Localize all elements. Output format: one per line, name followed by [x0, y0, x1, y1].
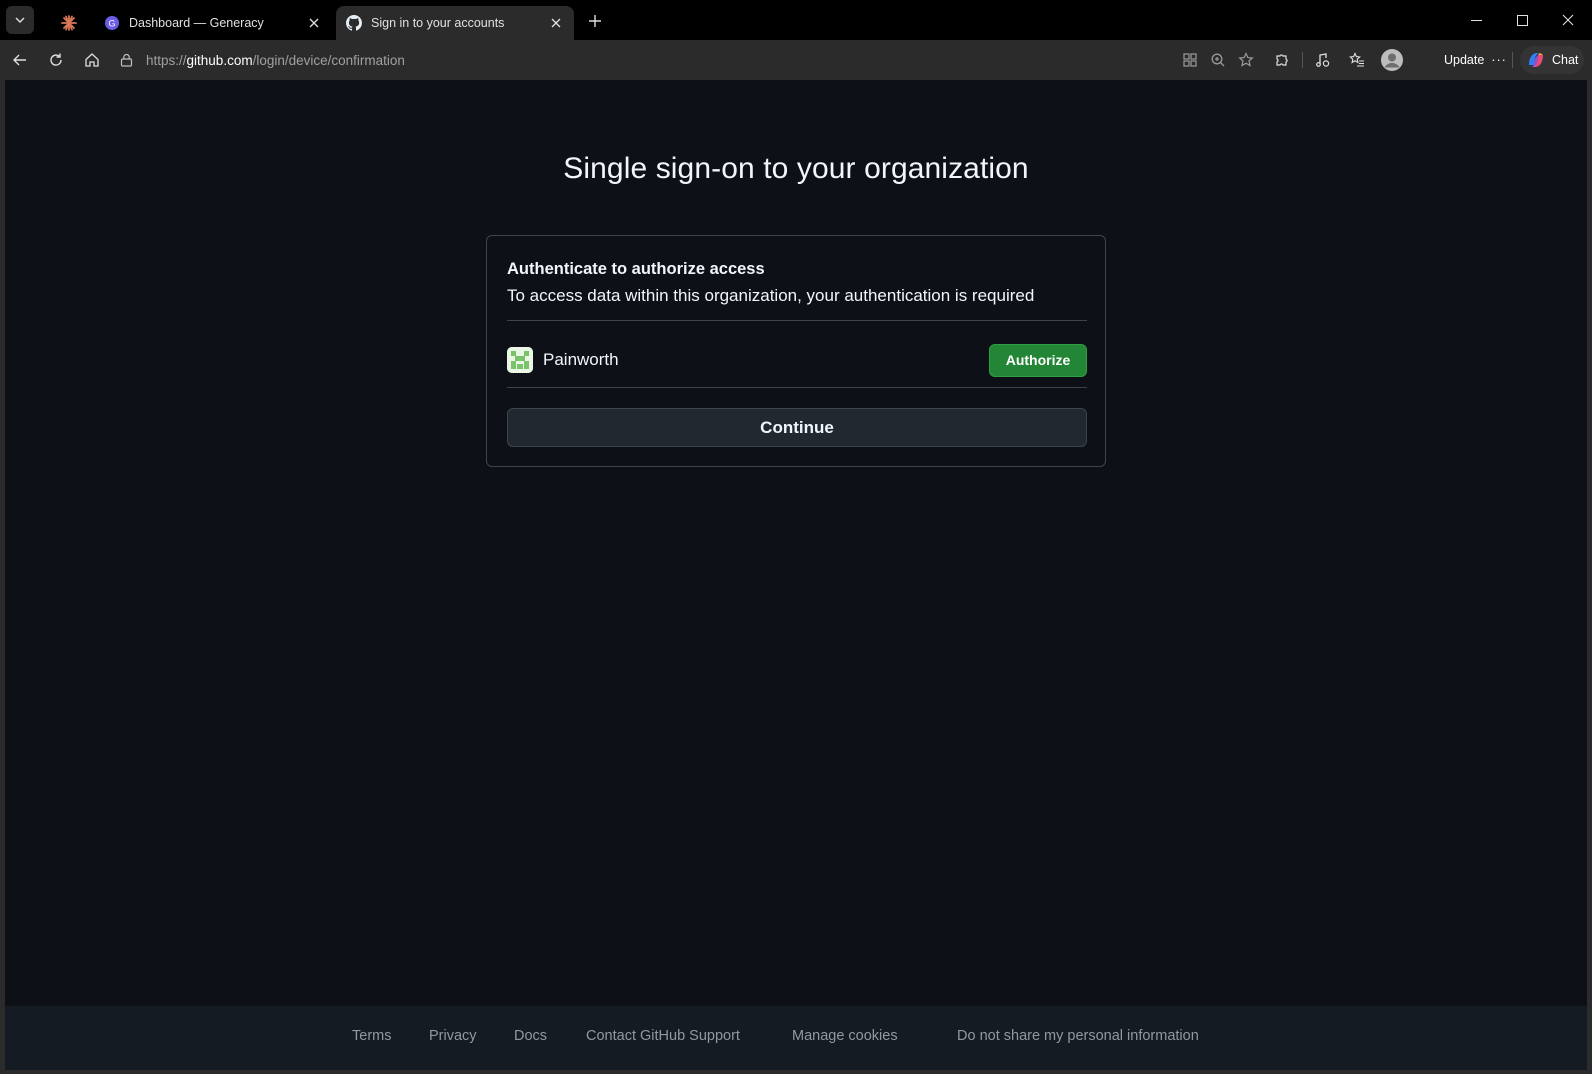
arrow-left-icon	[13, 54, 26, 66]
continue-button[interactable]: Continue	[507, 408, 1087, 447]
window-border	[1587, 80, 1592, 1074]
profile-button[interactable]	[1378, 46, 1406, 74]
footer-link-privacy[interactable]: Privacy	[429, 1028, 477, 1044]
minimize-icon	[1470, 19, 1482, 21]
org-name: Painworth	[543, 350, 619, 369]
footer-link-contact-support[interactable]: Contact GitHub Support	[586, 1028, 740, 1044]
zoom-button[interactable]	[1204, 46, 1232, 74]
star-icon	[1238, 52, 1254, 67]
tab-strip: G Dashboard — Generacy Sign in to your a…	[0, 0, 1592, 40]
window-border	[0, 1070, 1592, 1074]
tab-list-button[interactable]	[6, 6, 34, 34]
refresh-button[interactable]	[42, 46, 70, 74]
divider	[507, 387, 1087, 388]
plus-icon	[589, 15, 601, 27]
maximize-window-button[interactable]	[1499, 0, 1545, 40]
tab-sign-in-accounts[interactable]: Sign in to your accounts	[336, 6, 574, 40]
maximize-icon	[1516, 14, 1528, 26]
tab-title: Dashboard — Generacy	[129, 16, 264, 30]
copilot-icon	[1529, 53, 1543, 67]
close-icon	[1562, 14, 1574, 26]
window-border	[0, 80, 5, 1074]
zoom-icon	[1211, 53, 1225, 67]
page-footer: Terms Privacy Docs Contact GitHub Suppor…	[5, 1006, 1587, 1070]
authorize-button[interactable]: Authorize	[989, 343, 1087, 377]
footer-link-terms[interactable]: Terms	[352, 1028, 391, 1044]
puzzle-icon	[1276, 54, 1288, 66]
new-tab-button[interactable]	[582, 8, 608, 34]
back-button[interactable]	[6, 46, 34, 74]
extensions-button[interactable]	[1268, 46, 1296, 74]
page-content: Single sign-on to your organization Auth…	[5, 80, 1587, 1070]
copilot-chat-button[interactable]: Chat	[1520, 46, 1585, 74]
avatar-icon	[1381, 49, 1403, 71]
favorites-button[interactable]	[1343, 46, 1371, 74]
home-button[interactable]	[78, 46, 106, 74]
url-text: https://github.com/login/device/confirma…	[146, 52, 405, 68]
card-description: To access data within this organization,…	[507, 286, 1035, 305]
chat-label: Chat	[1552, 53, 1579, 67]
app-available-button[interactable]	[1176, 46, 1204, 74]
add-favorite-button[interactable]	[1232, 46, 1260, 74]
browser-toolbar: https://github.com/login/device/confirma…	[0, 40, 1592, 80]
media-button[interactable]	[1308, 46, 1336, 74]
generacy-logo-icon: G	[105, 16, 119, 30]
home-icon	[85, 53, 99, 67]
footer-link-manage-cookies[interactable]: Manage cookies	[792, 1028, 898, 1044]
music-note-icon	[1316, 53, 1330, 67]
update-label: Update	[1444, 53, 1485, 67]
footer-link-docs[interactable]: Docs	[514, 1028, 547, 1044]
close-tab-icon[interactable]	[306, 15, 322, 31]
close-window-button[interactable]	[1545, 0, 1591, 40]
lock-icon[interactable]	[120, 53, 138, 67]
sso-card: Authenticate to authorize access To acce…	[486, 235, 1106, 467]
tab-title: Sign in to your accounts	[371, 16, 505, 30]
apps-grid-icon	[1183, 53, 1197, 67]
org-avatar	[507, 347, 533, 373]
favorites-list-icon	[1349, 52, 1364, 67]
chevron-down-icon	[15, 17, 25, 23]
more-options-icon[interactable]: ···	[1491, 53, 1507, 67]
svg-text:G: G	[108, 18, 115, 28]
update-button[interactable]: Update ···	[1436, 46, 1515, 74]
org-row: Painworth Authorize	[507, 342, 1087, 378]
footer-link-do-not-share[interactable]: Do not share my personal information	[957, 1028, 1199, 1044]
card-header: Authenticate to authorize access To acce…	[507, 260, 1087, 306]
page-title: Single sign-on to your organization	[563, 152, 1029, 185]
minimize-window-button[interactable]	[1453, 0, 1499, 40]
tab-pinned-claude[interactable]	[50, 6, 88, 40]
close-tab-icon[interactable]	[548, 15, 564, 31]
toolbar-divider	[1302, 52, 1303, 68]
toolbar-divider	[1512, 52, 1513, 68]
github-logo-icon	[346, 15, 362, 31]
refresh-icon	[50, 53, 62, 66]
tab-dashboard-generacy[interactable]: G Dashboard — Generacy	[94, 6, 332, 40]
card-heading: Authenticate to authorize access	[507, 260, 765, 278]
divider	[507, 320, 1087, 321]
claude-sparkle-icon	[61, 15, 77, 31]
